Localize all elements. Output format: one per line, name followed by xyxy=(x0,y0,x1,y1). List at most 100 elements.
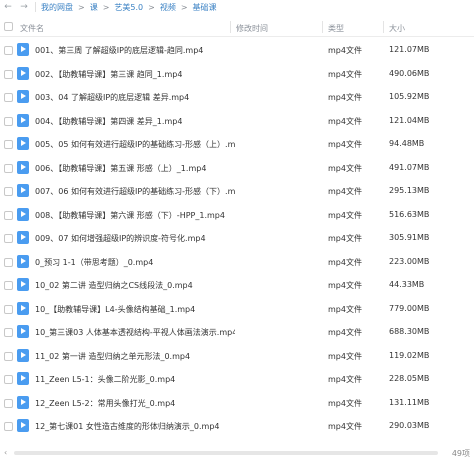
file-row[interactable]: 001、第三周 了解超级IP的底层逻辑-趋同.mp4 mp4文件 121.07MB xyxy=(0,38,474,62)
video-file-icon xyxy=(17,348,29,362)
file-name[interactable]: 009、07 如何增强超级IP的辨识度-符号化.mp4 xyxy=(35,233,206,244)
chevron-left-icon[interactable]: ‹ xyxy=(4,448,7,457)
file-row[interactable]: 10_02 第二讲 造型归纳之CS线段法_0.mp4 mp4文件 44.33MB xyxy=(0,273,474,297)
file-name[interactable]: 003、04 了解超级IP的底层逻辑 差异.mp4 xyxy=(35,92,189,103)
row-checkbox[interactable] xyxy=(4,163,13,173)
file-row[interactable]: 12_Zeen L5-2：常用头像打光_0.mp4 mp4文件 131.11MB xyxy=(0,391,474,415)
file-type: mp4文件 xyxy=(328,69,362,79)
file-name[interactable]: 12_第七课01 女性造古维度的形体归纳演示_0.mp4 xyxy=(35,421,220,432)
file-name[interactable]: 12_Zeen L5-2：常用头像打光_0.mp4 xyxy=(35,398,175,409)
file-row[interactable]: 003、04 了解超级IP的底层逻辑 差异.mp4 mp4文件 105.92MB xyxy=(0,85,474,109)
row-checkbox[interactable] xyxy=(4,210,13,220)
file-row[interactable]: 007、06 如何有效进行超级IP的基础练习-形感（下）.mp4 mp4文件 295… xyxy=(0,179,474,203)
column-header-size[interactable]: 大小 xyxy=(389,23,405,34)
video-file-icon xyxy=(17,113,29,127)
row-checkbox[interactable] xyxy=(4,93,13,102)
file-size: 491.07MB xyxy=(389,162,430,172)
file-row[interactable]: 008、【助教辅导课】第六课 形感（下）-HPP_1.mp4 mp4文件 516.6… xyxy=(0,203,474,227)
file-row[interactable]: 11_02 第一讲 造型归纳之单元形法_0.mp4 mp4文件 119.02MB xyxy=(0,344,474,368)
video-file-icon xyxy=(17,184,29,197)
video-file-icon xyxy=(17,419,29,432)
row-checkbox[interactable] xyxy=(4,257,13,267)
file-size: 490.06MB xyxy=(389,68,430,78)
file-name[interactable]: 006、【助教辅导课】第五课 形感（上）_1.mp4 xyxy=(35,163,206,174)
file-size: 779.00MB xyxy=(389,303,430,313)
column-divider[interactable] xyxy=(322,21,323,33)
file-name[interactable]: 10_02 第二讲 造型归纳之CS线段法_0.mp4 xyxy=(35,280,193,291)
file-type: mp4文件 xyxy=(328,93,362,102)
breadcrumb-separator: > xyxy=(78,2,85,12)
row-checkbox[interactable] xyxy=(4,234,13,243)
file-row[interactable]: 009、07 如何增强超级IP的辨识度-符号化.mp4 mp4文件 305.91MB xyxy=(0,226,474,250)
file-name[interactable]: 0_预习 1-1（带思考题）_0.mp4 xyxy=(35,257,153,268)
file-size: 290.03MB xyxy=(389,421,430,430)
row-checkbox[interactable] xyxy=(4,69,13,79)
video-file-icon xyxy=(17,301,29,315)
file-name[interactable]: 002、【助教辅导课】第三课 趋同_1.mp4 xyxy=(35,69,182,80)
column-divider[interactable] xyxy=(383,21,384,33)
file-size: 131.11MB xyxy=(389,397,430,407)
file-name[interactable]: 11_02 第一讲 造型归纳之单元形法_0.mp4 xyxy=(35,351,190,362)
back-icon[interactable]: ← xyxy=(0,0,16,14)
breadcrumb-item-video[interactable]: 视频 xyxy=(158,2,178,13)
file-row[interactable]: 0_预习 1-1（带思考题）_0.mp4 mp4文件 223.00MB xyxy=(0,250,474,274)
column-header-date[interactable]: 修改时间 xyxy=(236,23,268,34)
row-checkbox[interactable] xyxy=(4,304,13,314)
row-checkbox[interactable] xyxy=(4,116,13,126)
file-row[interactable]: 11_Zeen L5-1：头像二阶光影_0.mp4 mp4文件 228.05MB xyxy=(0,367,474,391)
file-size: 228.05MB xyxy=(389,374,430,383)
file-name[interactable]: 11_Zeen L5-1：头像二阶光影_0.mp4 xyxy=(35,374,175,385)
breadcrumb-item-art[interactable]: 艺美5.0 xyxy=(112,2,145,13)
file-size: 223.00MB xyxy=(389,256,430,266)
video-file-icon xyxy=(17,207,29,221)
file-name[interactable]: 001、第三周 了解超级IP的底层逻辑-趋同.mp4 xyxy=(35,45,203,56)
file-name[interactable]: 007、06 如何有效进行超级IP的基础练习-形感（下）.mp4 xyxy=(35,186,235,197)
column-divider[interactable] xyxy=(230,21,231,33)
file-size: 44.33MB xyxy=(389,280,425,289)
row-checkbox[interactable] xyxy=(4,422,13,431)
column-header-name[interactable]: 文件名 xyxy=(20,23,44,34)
file-row[interactable]: 10_第三课03 人体基本透视结构-平视人体画法演示.mp4 mp4文件 688.3… xyxy=(0,320,474,344)
video-file-icon xyxy=(17,137,29,150)
breadcrumb-item-basic[interactable]: 基础课 xyxy=(191,2,219,13)
row-checkbox[interactable] xyxy=(4,328,13,337)
file-type: mp4文件 xyxy=(328,304,362,314)
video-file-icon xyxy=(17,160,29,174)
row-checkbox[interactable] xyxy=(4,281,13,290)
video-file-icon xyxy=(17,372,29,385)
file-name[interactable]: 008、【助教辅导课】第六课 形感（下）-HPP_1.mp4 xyxy=(35,210,225,221)
file-size: 121.04MB xyxy=(389,115,430,125)
file-name[interactable]: 005、05 如何有效进行超级IP的基础练习-形感（上）.mp4 xyxy=(35,139,235,150)
file-row[interactable]: 004、【助教辅导课】第四课 差异_1.mp4 mp4文件 121.04MB xyxy=(0,109,474,133)
horizontal-scrollbar[interactable] xyxy=(14,451,438,455)
file-type: mp4文件 xyxy=(328,375,362,384)
file-type: mp4文件 xyxy=(328,234,362,243)
breadcrumb-item-course[interactable]: 课 xyxy=(88,2,100,13)
file-name[interactable]: 10_【助教辅导课】L4-头像结构基础_1.mp4 xyxy=(35,304,195,315)
file-type: mp4文件 xyxy=(328,422,362,431)
file-size: 305.91MB xyxy=(389,233,430,242)
row-checkbox[interactable] xyxy=(4,140,13,149)
file-size: 516.63MB xyxy=(389,209,430,219)
select-all-checkbox[interactable] xyxy=(4,22,13,31)
row-checkbox[interactable] xyxy=(4,351,13,361)
video-file-icon xyxy=(17,325,29,338)
file-row[interactable]: 002、【助教辅导课】第三课 趋同_1.mp4 mp4文件 490.06MB xyxy=(0,62,474,86)
file-name[interactable]: 004、【助教辅导课】第四课 差异_1.mp4 xyxy=(35,116,182,127)
row-checkbox[interactable] xyxy=(4,187,13,196)
forward-icon[interactable]: → xyxy=(16,0,32,14)
file-row[interactable]: 006、【助教辅导课】第五课 形感（上）_1.mp4 mp4文件 491.07MB xyxy=(0,156,474,180)
column-header-type[interactable]: 类型 xyxy=(328,23,344,34)
status-bar: ‹ 49项 xyxy=(0,446,474,460)
file-type: mp4文件 xyxy=(328,328,362,337)
row-checkbox[interactable] xyxy=(4,46,13,55)
file-type: mp4文件 xyxy=(328,163,362,173)
file-row[interactable]: 12_第七课01 女性造古维度的形体归纳演示_0.mp4 mp4文件 290.03M… xyxy=(0,414,474,438)
file-row[interactable]: 10_【助教辅导课】L4-头像结构基础_1.mp4 mp4文件 779.00MB xyxy=(0,297,474,321)
breadcrumb-bar: ← → 我的网盘 > 课 > 艺美5.0 > 视频 > 基础课 xyxy=(0,0,474,14)
file-row[interactable]: 005、05 如何有效进行超级IP的基础练习-形感（上）.mp4 mp4文件 94.… xyxy=(0,132,474,156)
row-checkbox[interactable] xyxy=(4,375,13,384)
file-name[interactable]: 10_第三课03 人体基本透视结构-平视人体画法演示.mp4 xyxy=(35,327,235,338)
row-checkbox[interactable] xyxy=(4,398,13,408)
breadcrumb-item-root[interactable]: 我的网盘 xyxy=(39,2,75,13)
